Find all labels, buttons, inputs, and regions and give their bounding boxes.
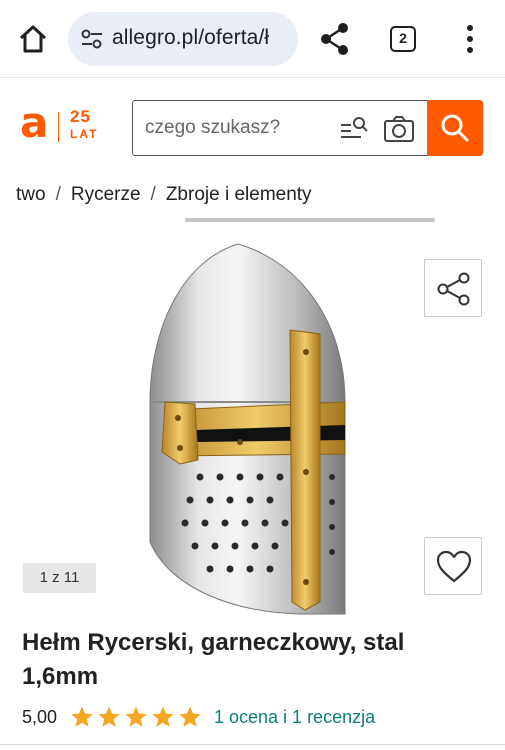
logo-divider	[58, 112, 59, 142]
reviews-link[interactable]: 1 ocena i 1 recenzja	[214, 707, 375, 728]
image-counter: 1 z 11	[23, 563, 96, 593]
favorite-button[interactable]	[424, 537, 482, 595]
tabs-icon[interactable]: 2	[390, 26, 416, 52]
camera-icon[interactable]	[383, 115, 415, 143]
breadcrumb-separator: /	[150, 184, 156, 205]
star-icon	[152, 706, 174, 727]
breadcrumb-item[interactable]: Rycerze	[71, 184, 141, 205]
breadcrumb: two / Rycerze / Zbroje i elementy	[16, 184, 312, 206]
more-vert-icon[interactable]	[460, 23, 480, 55]
breadcrumb-scrollbar[interactable]	[185, 218, 435, 222]
rating-stars	[70, 705, 210, 729]
search-icon	[441, 114, 469, 142]
heart-icon	[436, 550, 472, 583]
logo-lat: LAT	[70, 127, 99, 141]
allegro-logo[interactable]: a 25 LAT	[20, 98, 110, 152]
search-button[interactable]	[427, 100, 483, 156]
address-bar[interactable]: allegro.pl/oferta/ł	[68, 12, 298, 66]
product-title: Hełm Rycerski, garneczkowy, stal 1,6mm	[22, 629, 405, 690]
home-icon[interactable]	[16, 22, 50, 56]
share-icon	[437, 272, 470, 306]
url-text[interactable]: allegro.pl/oferta/ł	[112, 26, 269, 50]
browser-toolbar: allegro.pl/oferta/ł 2	[0, 0, 505, 78]
tune-icon[interactable]	[80, 28, 104, 50]
search-input[interactable]: czego szukasz?	[132, 100, 428, 156]
product-image[interactable]	[140, 242, 365, 617]
share-icon[interactable]	[318, 20, 352, 58]
logo-letter: a	[20, 98, 49, 147]
rating-value: 5,00	[22, 707, 58, 727]
divider	[0, 744, 505, 745]
share-offer-button[interactable]	[424, 259, 482, 317]
breadcrumb-separator: /	[55, 184, 61, 205]
star-icon	[71, 706, 93, 727]
star-icon	[179, 706, 201, 727]
breadcrumb-item[interactable]: Zbroje i elementy	[166, 184, 312, 205]
search-history-icon[interactable]	[339, 115, 369, 143]
logo-anniversary: 25	[70, 107, 91, 126]
search-placeholder: czego szukasz?	[145, 117, 281, 138]
breadcrumb-item[interactable]: two	[16, 184, 46, 205]
star-icon	[125, 706, 147, 727]
star-icon	[98, 706, 120, 727]
